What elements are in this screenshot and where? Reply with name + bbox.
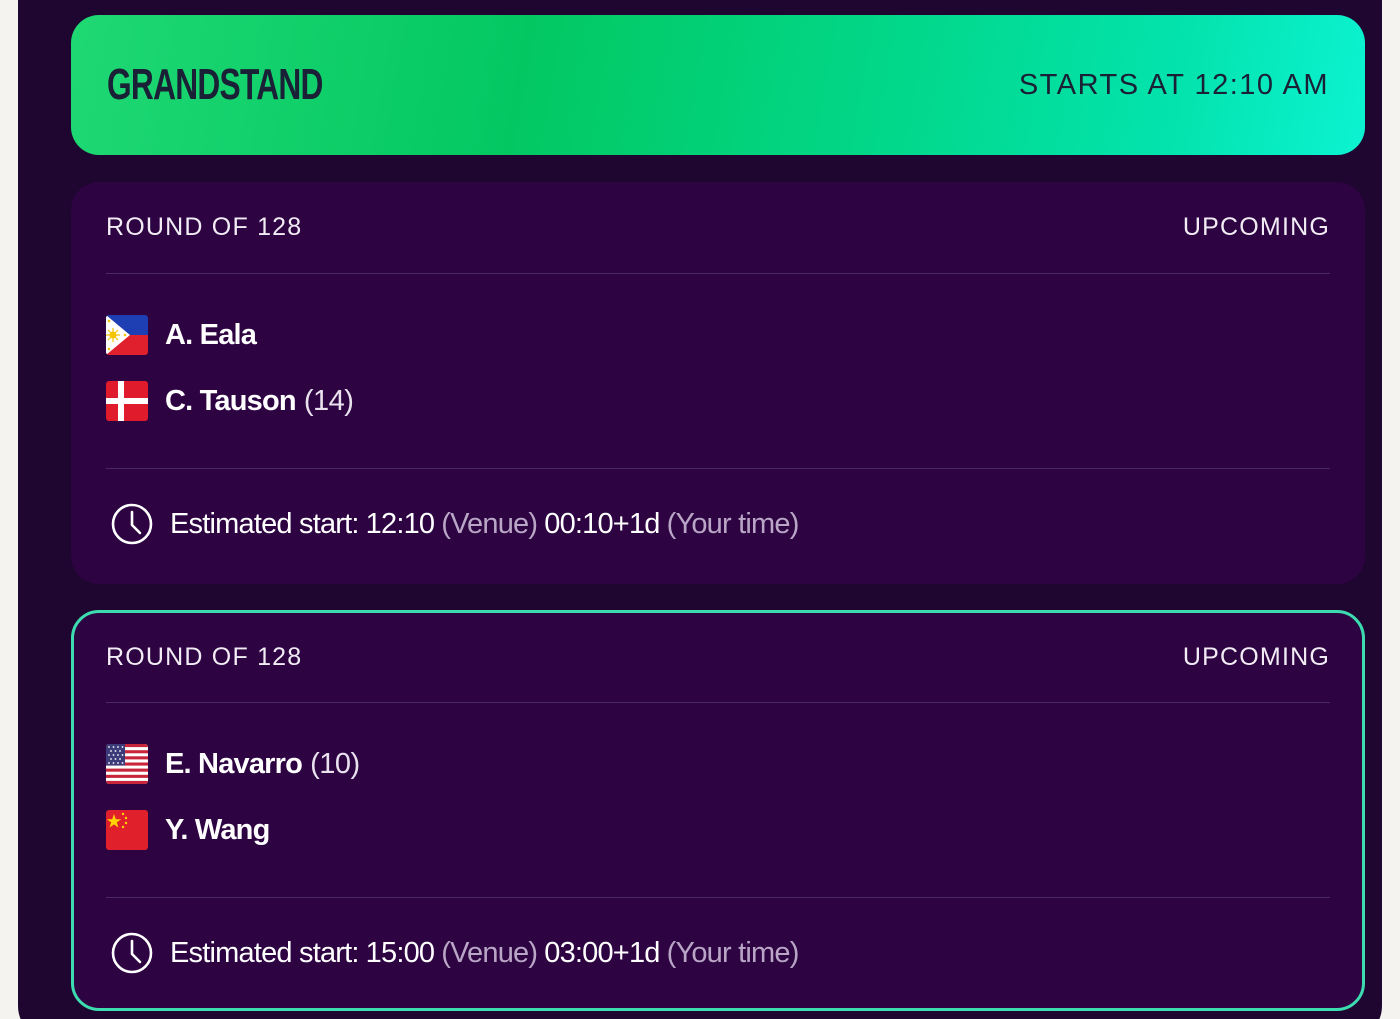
venue-label: (Venue) — [441, 936, 538, 969]
match-card-header: ROUND OF 128 UPCOMING — [106, 182, 1330, 274]
player-name: A. Eala — [165, 318, 257, 351]
clock-icon — [111, 932, 153, 974]
player-row[interactable]: Y. Wang — [106, 807, 1330, 853]
venue-time: 12:10 — [365, 507, 435, 540]
player-name: C. Tauson — [165, 384, 297, 417]
philippines-flag-icon — [106, 315, 148, 355]
match-round: ROUND OF 128 — [106, 643, 303, 671]
player-seed: (10) — [310, 747, 360, 780]
match-players: E. Navarro (10) Y. Wang — [106, 703, 1330, 898]
court-header: GRANDSTAND STARTS AT 12:10 AM — [71, 15, 1365, 155]
player-name: Y. Wang — [165, 813, 270, 846]
match-round: ROUND OF 128 — [106, 213, 303, 241]
clock-icon — [111, 503, 153, 545]
player-row[interactable]: A. Eala — [106, 312, 1330, 358]
usa-flag-icon — [106, 744, 148, 784]
venue-time: 15:00 — [365, 936, 435, 969]
match-status: UPCOMING — [1182, 643, 1330, 671]
match-card-selected[interactable]: ROUND OF 128 UPCOMING E. Navarro (10) Y.… — [71, 610, 1365, 1011]
player-row[interactable]: E. Navarro (10) — [106, 741, 1330, 787]
match-card[interactable]: ROUND OF 128 UPCOMING A. Eala C. Tauson … — [71, 182, 1365, 584]
china-flag-icon — [106, 810, 148, 850]
venue-label: (Venue) — [441, 507, 538, 540]
court-start-time: STARTS AT 12:10 AM — [1018, 68, 1329, 101]
player-name: E. Navarro — [165, 747, 303, 780]
local-time: 00:10+1d — [544, 507, 660, 540]
match-status: UPCOMING — [1182, 213, 1330, 241]
estimated-start: Estimated start: 15:00 (Venue) 03:00+1d … — [106, 898, 1330, 1008]
estimated-start-label: Estimated start: — [170, 507, 359, 540]
match-players: A. Eala C. Tauson (14) — [106, 274, 1330, 469]
local-time-label: (Your time) — [666, 936, 800, 969]
local-time: 03:00+1d — [544, 936, 660, 969]
court-name: GRANDSTAND — [107, 60, 323, 109]
match-card-header: ROUND OF 128 UPCOMING — [106, 613, 1330, 703]
player-row[interactable]: C. Tauson (14) — [106, 378, 1330, 424]
estimated-start: Estimated start: 12:10 (Venue) 00:10+1d … — [106, 469, 1330, 579]
schedule-panel: GRANDSTAND STARTS AT 12:10 AM ROUND OF 1… — [18, 0, 1382, 1019]
estimated-start-label: Estimated start: — [170, 936, 359, 969]
denmark-flag-icon — [106, 381, 148, 421]
local-time-label: (Your time) — [666, 507, 800, 540]
player-seed: (14) — [303, 384, 354, 417]
